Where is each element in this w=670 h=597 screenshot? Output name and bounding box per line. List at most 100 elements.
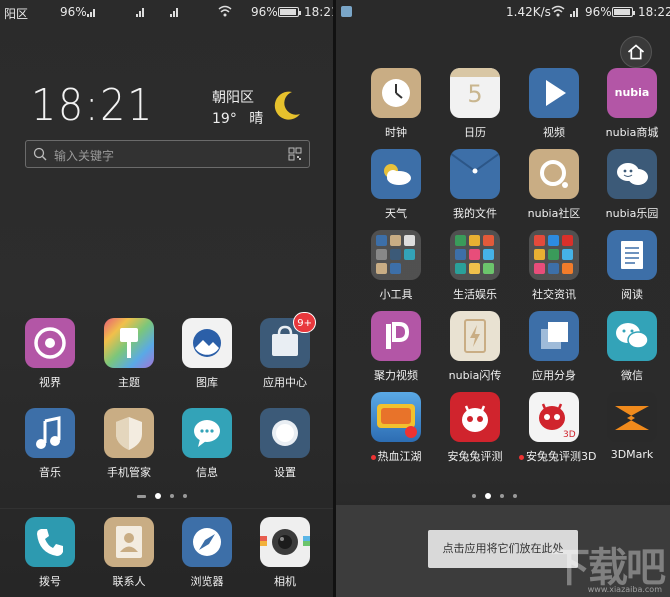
antutu-3d-sub: 3D xyxy=(563,430,576,440)
app-files[interactable]: 我的文件 xyxy=(440,149,510,221)
page-dot-active[interactable] xyxy=(155,493,161,499)
folder-life[interactable]: 生活娱乐 xyxy=(440,230,510,302)
dock-contacts[interactable]: 联系人 xyxy=(94,517,164,589)
book-icon xyxy=(607,230,657,280)
app-video[interactable]: 视频 xyxy=(519,68,589,140)
folder-social[interactable]: 社交资讯 xyxy=(519,230,589,302)
camera-icon xyxy=(260,517,310,567)
signal-icon xyxy=(170,7,180,17)
app-label: 生活娱乐 xyxy=(453,288,497,301)
new-app-dot xyxy=(519,454,524,460)
folder-tools[interactable]: 小工具 xyxy=(361,230,431,302)
app-nubia-mall[interactable]: nubia nubia商城 xyxy=(597,68,667,140)
settings-icon xyxy=(260,408,310,458)
app-label: 安兔兔评测3D xyxy=(519,448,596,464)
app-3dmark[interactable]: 3DMark xyxy=(597,392,667,461)
antutu-icon xyxy=(450,392,500,442)
app-antutu[interactable]: 安兔兔评测 xyxy=(440,392,510,464)
dock-camera[interactable]: 相机 xyxy=(250,517,320,589)
weather-city[interactable]: 朝阳区 xyxy=(212,87,254,107)
app-clone[interactable]: 应用分身 xyxy=(519,311,589,383)
app-gallery[interactable]: 图库 xyxy=(172,318,242,390)
calendar-icon: 5 xyxy=(450,68,500,118)
app-theme[interactable]: 主题 xyxy=(94,318,164,390)
folder-preview-icon xyxy=(529,230,579,280)
app-label: 阅读 xyxy=(621,288,643,301)
app-label: 设置 xyxy=(274,466,296,479)
app-nubia-community[interactable]: nubia社区 xyxy=(519,149,589,221)
notification-icon xyxy=(341,6,352,17)
home-screen: 阳区 96% 96% 18:21 18:21 朝阳区 19° 晴 输入关键字 xyxy=(0,0,333,597)
app-label: 视频 xyxy=(543,126,565,139)
app-label: 日历 xyxy=(464,126,486,139)
dock-dialer[interactable]: 拨号 xyxy=(15,517,85,589)
page-dot[interactable] xyxy=(513,494,517,498)
app-nubia-share[interactable]: nubia闪传 xyxy=(440,311,510,383)
app-label: 手机管家 xyxy=(107,466,151,479)
play-icon xyxy=(529,68,579,118)
app-reader[interactable]: 阅读 xyxy=(597,230,667,302)
page-indicator[interactable] xyxy=(472,493,517,499)
app-label: 相机 xyxy=(274,575,296,588)
app-nubia-park[interactable]: nubia乐园 xyxy=(597,149,667,221)
page-dot[interactable] xyxy=(170,494,174,498)
app-phone-manager[interactable]: 手机管家 xyxy=(94,408,164,480)
battery-percent: 96% xyxy=(585,5,612,19)
app-music[interactable]: 音乐 xyxy=(15,408,85,480)
app-label: 社交资讯 xyxy=(532,288,576,301)
dock-divider xyxy=(0,508,333,509)
battery-percent-a: 96% xyxy=(60,5,87,19)
page-dot[interactable] xyxy=(472,494,476,498)
app-shijie[interactable]: 视界 xyxy=(15,318,85,390)
qr-scan-icon[interactable] xyxy=(288,147,302,161)
app-label: nubia乐园 xyxy=(605,207,659,220)
status-bar: 1.42K/s 96% 18:22 xyxy=(336,0,670,24)
app-antutu-3d[interactable]: 3D 安兔兔评测3D xyxy=(519,392,596,464)
antutu-3d-icon: 3D xyxy=(529,392,579,442)
page-dot[interactable] xyxy=(137,494,146,498)
page-dot-active[interactable] xyxy=(485,493,491,499)
theme-icon xyxy=(104,318,154,368)
app-calendar[interactable]: 5 日历 xyxy=(440,68,510,140)
clock-widget[interactable]: 18:21 xyxy=(31,80,154,131)
app-store[interactable]: 9+ 应用中心 xyxy=(250,312,320,390)
app-label: 应用中心 xyxy=(263,376,307,389)
app-game-rexue[interactable]: 热血江湖 xyxy=(361,392,431,464)
search-bar[interactable]: 输入关键字 xyxy=(25,140,310,168)
app-label: 图库 xyxy=(196,376,218,389)
status-time: 18:22 xyxy=(638,5,670,19)
search-input[interactable]: 输入关键字 xyxy=(54,147,114,164)
app-label: 时钟 xyxy=(385,126,407,139)
cloud-icon xyxy=(371,149,421,199)
chat-bubble-icon xyxy=(607,149,657,199)
folder-icon xyxy=(450,149,500,199)
lightning-icon xyxy=(450,311,500,361)
app-weather[interactable]: 天气 xyxy=(361,149,431,221)
weather-temp[interactable]: 19° 晴 xyxy=(212,108,263,128)
app-wechat[interactable]: 微信 xyxy=(597,311,667,383)
battery-percent: 96% xyxy=(251,5,278,19)
home-button[interactable] xyxy=(620,36,652,68)
page-indicator[interactable] xyxy=(137,493,187,499)
status-bar: 阳区 96% 96% 18:21 xyxy=(0,0,333,24)
shield-icon xyxy=(104,408,154,458)
app-label: 浏览器 xyxy=(190,575,224,588)
contacts-icon xyxy=(104,517,154,567)
app-clock[interactable]: 时钟 xyxy=(361,68,431,140)
folder-preview-icon xyxy=(450,230,500,280)
app-settings[interactable]: 设置 xyxy=(250,408,320,480)
app-label: 我的文件 xyxy=(453,207,497,220)
network-speed: 1.42K/s xyxy=(506,5,551,19)
notification-badge: 9+ xyxy=(293,312,316,333)
page-dot[interactable] xyxy=(183,494,187,498)
app-pptv[interactable]: 聚力视频 xyxy=(361,311,431,383)
app-label: 聚力视频 xyxy=(374,369,418,382)
moon-icon xyxy=(274,91,300,120)
calendar-day: 5 xyxy=(467,80,483,108)
game-icon xyxy=(371,392,421,442)
page-dot[interactable] xyxy=(500,494,504,498)
app-messages[interactable]: 信息 xyxy=(172,408,242,480)
dock-browser[interactable]: 浏览器 xyxy=(172,517,242,589)
clone-icon xyxy=(529,311,579,361)
app-label: 音乐 xyxy=(39,466,61,479)
